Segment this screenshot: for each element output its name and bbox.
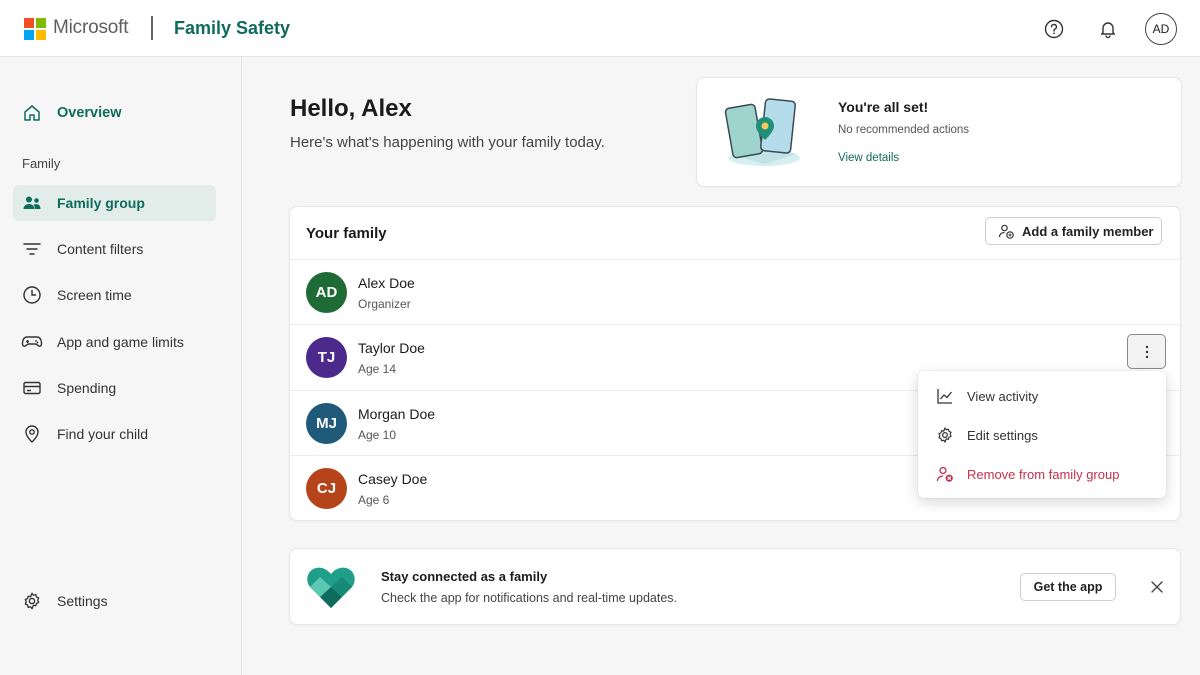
home-icon	[21, 102, 43, 124]
promo-title: Stay connected as a family	[381, 569, 548, 584]
phones-illustration-icon	[723, 94, 805, 168]
menu-item-remove-from-family[interactable]: Remove from family group	[918, 455, 1166, 493]
menu-item-label: Remove from family group	[967, 466, 1120, 482]
sidebar-item-label: Overview	[57, 105, 122, 121]
gear-icon	[936, 426, 954, 444]
sidebar-item-find-your-child[interactable]: Find your child	[13, 416, 216, 452]
sidebar-item-label: App and game limits	[57, 334, 184, 350]
account-avatar[interactable]: AD	[1145, 13, 1177, 45]
page-subtitle: Here's what's happening with your family…	[290, 134, 605, 151]
location-pin-icon	[21, 423, 43, 445]
sidebar-item-screen-time[interactable]: Screen time	[13, 277, 216, 313]
microsoft-logo-icon	[24, 18, 46, 40]
close-icon[interactable]	[1148, 578, 1166, 596]
menu-item-view-activity[interactable]: View activity	[918, 377, 1166, 415]
member-detail: Age 6	[358, 493, 390, 507]
member-name: Taylor Doe	[358, 340, 425, 356]
menu-item-label: View activity	[967, 388, 1039, 404]
family-member-row[interactable]: AD Alex Doe Organizer	[290, 259, 1180, 324]
top-header: Microsoft Family Safety AD	[0, 0, 1200, 57]
card-icon	[21, 377, 43, 399]
page-title: Hello, Alex	[290, 95, 412, 122]
promo-card: Stay connected as a family Check the app…	[289, 548, 1181, 625]
sidebar-item-content-filters[interactable]: Content filters	[13, 231, 216, 267]
more-vertical-icon	[1145, 345, 1148, 358]
member-name: Morgan Doe	[358, 406, 436, 422]
menu-item-edit-settings[interactable]: Edit settings	[918, 416, 1166, 454]
member-detail: Organizer	[358, 297, 411, 311]
filter-icon	[21, 238, 43, 260]
sidebar-item-label: Spending	[57, 380, 117, 396]
people-icon	[21, 192, 43, 214]
avatar: CJ	[306, 468, 347, 509]
app-name[interactable]: Family Safety	[174, 18, 290, 39]
avatar: MJ	[306, 403, 347, 444]
gamepad-icon	[21, 331, 43, 353]
more-options-button[interactable]	[1127, 334, 1166, 369]
menu-item-label: Edit settings	[967, 427, 1038, 443]
sidebar-section-family: Family	[22, 156, 61, 171]
gear-icon	[21, 590, 43, 612]
member-detail: Age 10	[358, 428, 397, 442]
sidebar-item-label: Settings	[57, 593, 108, 609]
clock-icon	[21, 284, 43, 306]
member-name: Alex Doe	[358, 275, 415, 291]
add-family-member-label: Add a family member	[1022, 223, 1154, 239]
view-details-link[interactable]: View details	[838, 152, 899, 164]
sidebar-item-family-group[interactable]: Family group	[13, 185, 216, 221]
status-subtitle: No recommended actions	[838, 124, 970, 136]
status-card: You're all set! No recommended actions V…	[696, 77, 1182, 187]
status-title: You're all set!	[838, 99, 929, 115]
sidebar-item-label: Find your child	[57, 426, 149, 442]
sidebar-item-label: Content filters	[57, 241, 144, 257]
brand-divider	[151, 16, 153, 40]
promo-subtitle: Check the app for notifications and real…	[381, 591, 678, 605]
sidebar: Overview Family Family group Content fil…	[0, 57, 242, 675]
member-detail: Age 14	[358, 362, 397, 376]
add-person-icon	[998, 223, 1014, 239]
sidebar-item-overview[interactable]: Overview	[13, 95, 216, 131]
get-the-app-button[interactable]: Get the app	[1020, 573, 1116, 601]
help-icon[interactable]	[1043, 18, 1065, 40]
family-safety-heart-icon	[306, 564, 356, 610]
family-card-title: Your family	[306, 225, 387, 242]
member-context-menu: View activity Edit settings Remove from …	[918, 371, 1166, 498]
avatar: TJ	[306, 337, 347, 378]
sidebar-item-label: Screen time	[57, 287, 132, 303]
chart-line-icon	[936, 387, 954, 405]
sidebar-item-label: Family group	[57, 195, 145, 211]
member-name: Casey Doe	[358, 471, 428, 487]
bell-icon[interactable]	[1097, 18, 1119, 40]
remove-person-icon	[936, 465, 954, 483]
sidebar-item-app-game-limits[interactable]: App and game limits	[13, 324, 216, 360]
sidebar-item-settings[interactable]: Settings	[13, 583, 216, 619]
brand-name: Microsoft	[53, 17, 129, 38]
add-family-member-button[interactable]: Add a family member	[985, 217, 1162, 245]
avatar: AD	[306, 272, 347, 313]
sidebar-item-spending[interactable]: Spending	[13, 370, 216, 406]
